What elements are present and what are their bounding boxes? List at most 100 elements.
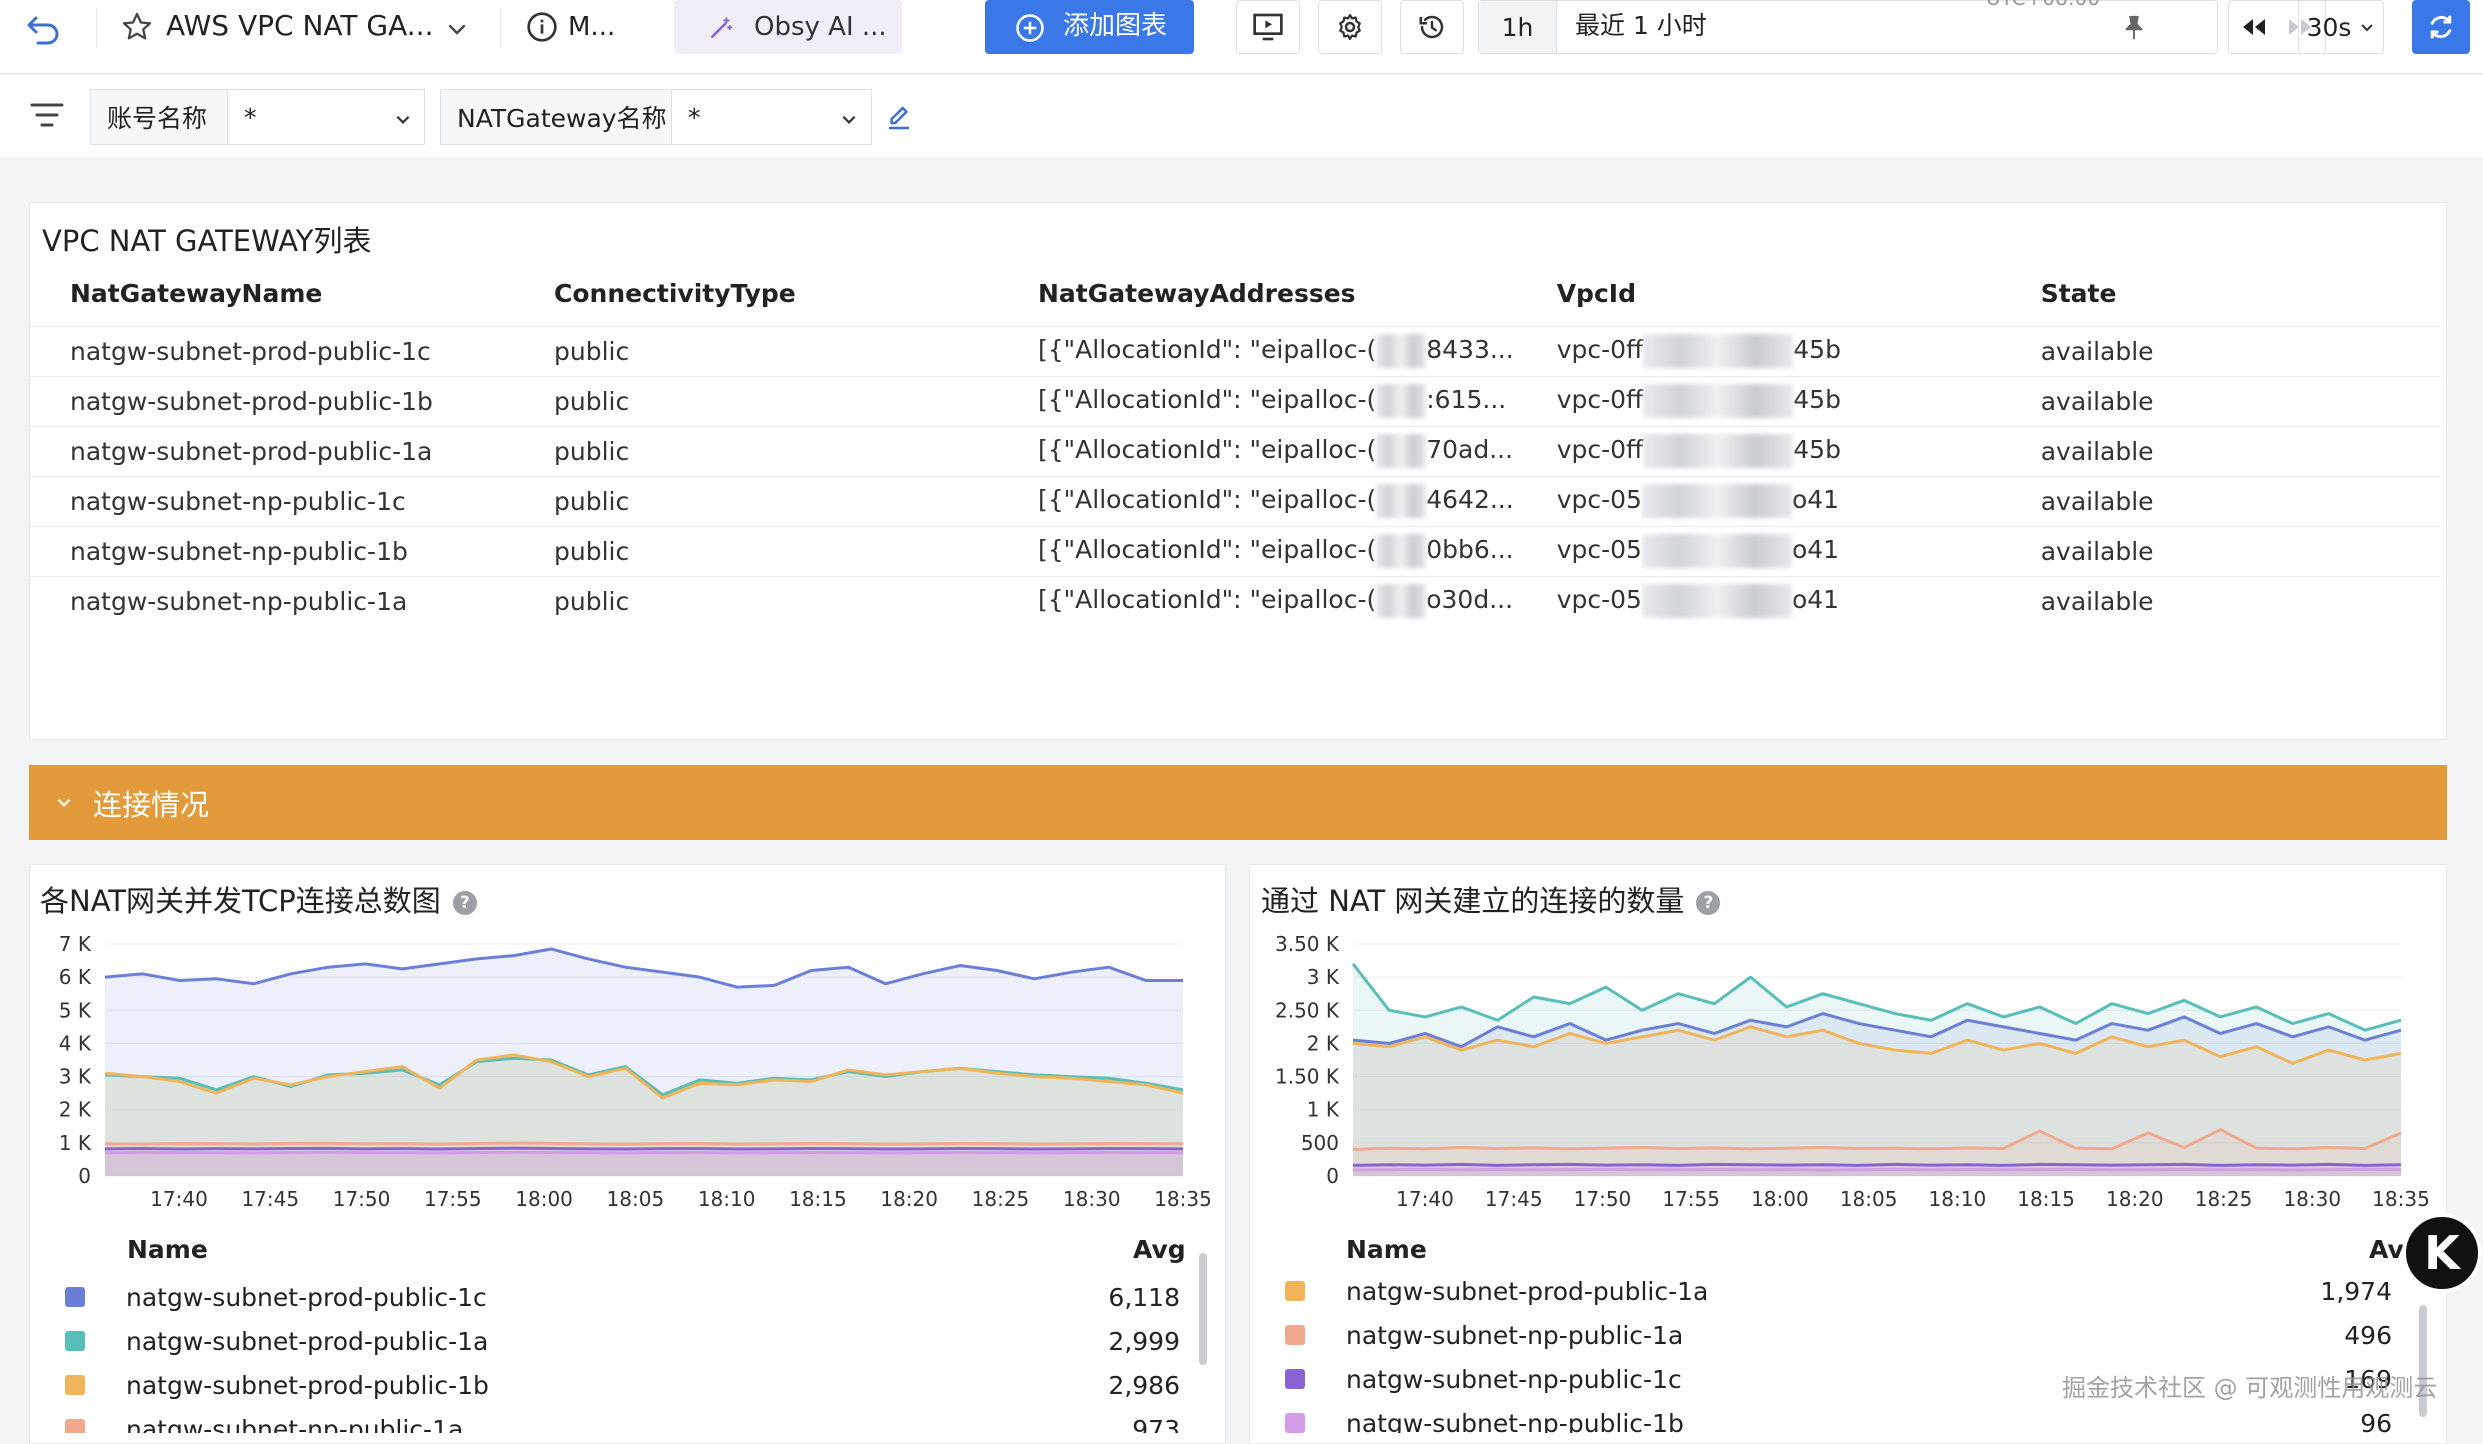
cell-state: available (1998, 325, 2442, 376)
help-icon[interactable]: ? (1696, 891, 1721, 915)
add-chart-button[interactable]: 添加图表 (985, 0, 1194, 54)
refresh-interval-select[interactable]: 30s (2298, 0, 2384, 54)
group-header-connections[interactable]: 连接情况 (29, 765, 2447, 840)
x-tick-label: 18:00 (515, 1187, 573, 1211)
legend-item[interactable]: natgw-subnet-np-public-1b 96 (1285, 1401, 2392, 1433)
redacted-block (1643, 384, 1794, 418)
refresh-button[interactable] (2412, 0, 2470, 54)
legend-series-avg: 2,986 (1108, 1370, 1180, 1400)
legend-series-name: natgw-subnet-prod-public-1a (126, 1326, 489, 1356)
series-line[interactable] (104, 1150, 1184, 1155)
cell-addresses: [{"AllocationId": "eipalloc-(o30d... (996, 575, 1515, 626)
column-header[interactable]: VpcId (1515, 262, 1999, 326)
history-button[interactable] (1400, 0, 1464, 54)
avatar[interactable]: K (2402, 1213, 2482, 1293)
presentation-button[interactable] (1236, 0, 1300, 54)
y-tick-label: 6 K (59, 965, 92, 989)
series-line[interactable] (104, 1146, 1184, 1151)
legend-avg-header[interactable]: Avg (1133, 1235, 1186, 1264)
cell-type: public (512, 425, 996, 476)
table-row[interactable]: natgw-subnet-prod-public-1b public [{"Allo… (28, 375, 2442, 426)
legend-tcp: Name Avg natgw-subnet-prod-public-1c 6,11… (29, 1225, 1226, 1433)
redacted-block (1641, 534, 1792, 568)
x-tick-label: 18:35 (2372, 1187, 2430, 1211)
column-header[interactable]: ConnectivityType (512, 262, 996, 326)
legend-series-name: natgw-subnet-np-public-1a (1346, 1320, 1684, 1350)
undo-icon[interactable] (26, 12, 62, 46)
cell-name: natgw-subnet-prod-public-1b (28, 375, 512, 426)
column-header[interactable]: State (1999, 262, 2442, 326)
chart-tcp-connections[interactable]: 7 K 6 K 5 K 4 K 3 K 2 K 1 K 0 17:40 17:45 17:50 17:… (29, 920, 1226, 1220)
group-title: 连接情况 (93, 787, 210, 822)
legend-series-name: natgw-subnet-np-public-1a (126, 1414, 464, 1434)
column-header[interactable]: NatGatewayAddresses (996, 262, 1515, 326)
table-header-row: NatGatewayName ConnectivityType NatGatew… (28, 262, 2442, 326)
legend-series-avg: 496 (2344, 1320, 2392, 1350)
cell-name: natgw-subnet-prod-public-1c (28, 325, 512, 376)
star-icon[interactable] (120, 10, 154, 44)
redacted-block (1376, 534, 1427, 568)
x-tick-label: 18:15 (789, 1187, 847, 1211)
legend-item[interactable]: natgw-subnet-np-public-1a 496 (1285, 1313, 2392, 1357)
x-tick-label: 18:20 (2106, 1187, 2164, 1211)
y-tick-label: 500 (1301, 1131, 1339, 1155)
legend-swatch (1285, 1325, 1305, 1345)
dashboard-title[interactable]: AWS VPC NAT GA... (166, 9, 433, 43)
table-row[interactable]: natgw-subnet-prod-public-1c public [{"Allo… (28, 325, 2442, 376)
settings-button[interactable] (1318, 0, 1382, 54)
nat-filter-select[interactable]: * (671, 89, 872, 145)
table-row[interactable]: natgw-subnet-np-public-1c public [{"Alloca… (28, 475, 2442, 526)
series-line[interactable] (1352, 1162, 2402, 1167)
screen-play-icon (1253, 13, 1283, 41)
meta-tab[interactable]: M... (568, 10, 615, 44)
x-tick-label: 18:35 (1154, 1187, 1212, 1211)
cell-addresses: [{"AllocationId": "eipalloc-(:615... (996, 375, 1515, 426)
cell-type: public (512, 575, 996, 626)
scrollbar-thumb[interactable] (1199, 1253, 1207, 1365)
table-panel-title: VPC NAT GATEWAY列表 (42, 224, 372, 258)
legend-swatch (1285, 1281, 1305, 1301)
y-tick-label: 3 K (59, 1065, 92, 1089)
table-row[interactable]: natgw-subnet-np-public-1b public [{"Alloca… (28, 525, 2442, 576)
x-tick-label: 17:40 (150, 1187, 208, 1211)
nat-filter-value: * (688, 102, 701, 132)
edit-icon[interactable] (884, 103, 914, 133)
redacted-block (1641, 584, 1792, 619)
account-filter-select[interactable]: * (227, 89, 425, 145)
chart-title-text: 各NAT网关并发TCP连接总数图 (40, 884, 441, 918)
chevron-down-icon[interactable] (446, 18, 468, 40)
redacted-block (1643, 434, 1794, 468)
legend-item[interactable]: natgw-subnet-prod-public-1a 1,974 (1285, 1269, 2392, 1313)
obsy-ai-tab[interactable]: Obsy AI ... (674, 0, 902, 54)
table-row[interactable]: natgw-subnet-prod-public-1a public [{"Allo… (28, 425, 2442, 476)
table-row[interactable]: natgw-subnet-np-public-1a public [{"Alloca… (28, 575, 2442, 626)
column-header[interactable]: NatGatewayName (28, 262, 512, 326)
legend-item[interactable]: natgw-subnet-np-public-1a 973 (65, 1407, 1180, 1433)
cell-addresses: [{"AllocationId": "eipalloc-(4642... (996, 475, 1515, 526)
help-icon[interactable]: ? (452, 891, 477, 915)
legend-series-avg: 973 (1132, 1414, 1180, 1434)
filter-icon[interactable] (30, 101, 64, 129)
legend-item[interactable]: natgw-subnet-prod-public-1a 2,999 (65, 1319, 1180, 1363)
pin-icon[interactable] (2119, 13, 2149, 43)
legend-name-header[interactable]: Name (1346, 1235, 1427, 1264)
cell-vpcid: vpc-0ff 45b (1514, 425, 1999, 476)
legend-swatch (1285, 1369, 1305, 1389)
chart-established-connections[interactable]: 3.50 K 3 K 2.50 K 2 K 1.50 K 1 K 500 0 17:40 17:4… (1249, 920, 2447, 1220)
cell-addresses: [{"AllocationId": "eipalloc-(70ad... (996, 425, 1515, 476)
legend-series-avg: 96 (2360, 1408, 2392, 1434)
time-short-badge[interactable]: 1h (1479, 1, 1557, 53)
time-range-picker[interactable]: 1h 最近 1 小时 (1478, 0, 2218, 54)
x-tick-label: 18:05 (1840, 1187, 1898, 1211)
legend-item[interactable]: natgw-subnet-prod-public-1b 2,986 (65, 1363, 1180, 1407)
legend-name-header[interactable]: Name (127, 1235, 208, 1264)
y-tick-label: 3 K (1307, 965, 1340, 989)
series-line[interactable] (104, 1141, 1184, 1146)
rewind-icon[interactable] (2239, 15, 2269, 39)
x-tick-label: 17:40 (1396, 1187, 1454, 1211)
series-line[interactable] (1352, 1167, 2402, 1172)
info-icon[interactable] (526, 11, 558, 43)
cell-type: public (512, 325, 996, 376)
legend-item[interactable]: natgw-subnet-prod-public-1c 6,118 (65, 1275, 1180, 1319)
y-tick-label: 2 K (59, 1098, 92, 1122)
